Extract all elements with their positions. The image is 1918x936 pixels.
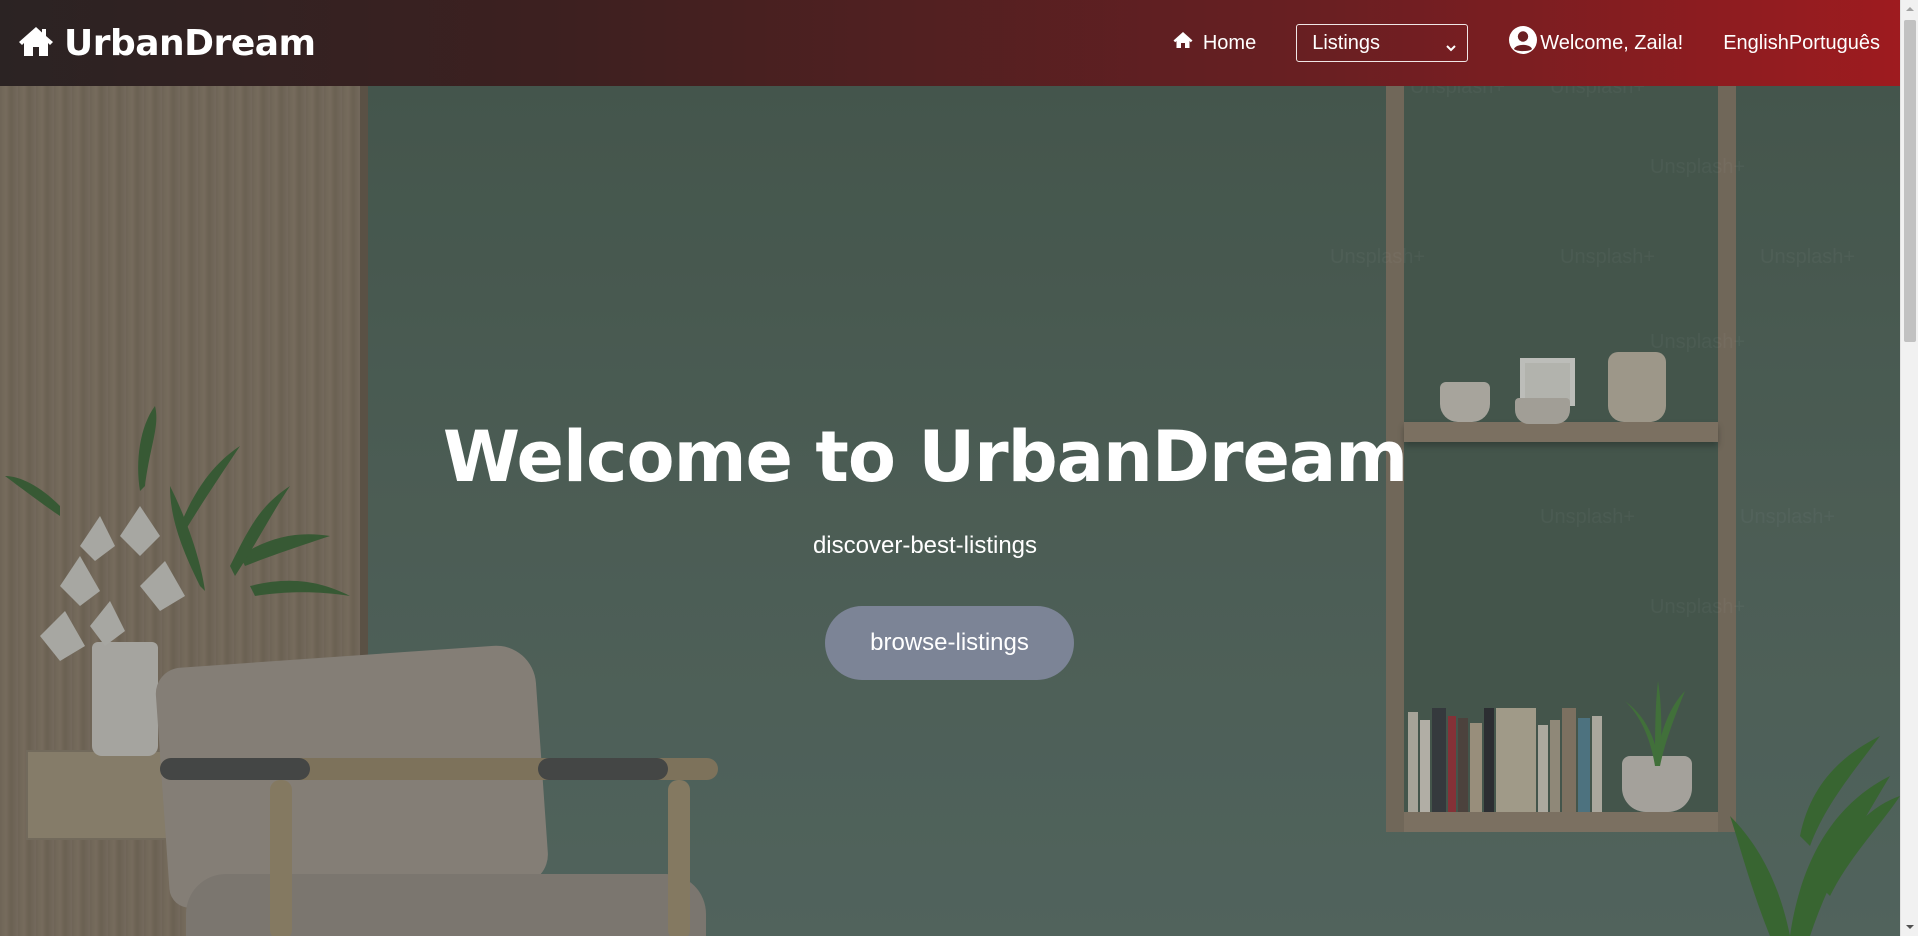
- hero-section: Unsplash+ Unsplash+ Unsplash+ Unsplash+ …: [0, 86, 1900, 936]
- browse-listings-button[interactable]: browse-listings: [825, 606, 1074, 680]
- brand-name: UrbanDream: [64, 22, 316, 64]
- home-link[interactable]: Home: [1173, 31, 1256, 55]
- scroll-up-arrow-icon[interactable]: [1901, 0, 1918, 18]
- house-icon: [1173, 31, 1193, 55]
- user-circle-icon: [1508, 25, 1538, 61]
- brand-link[interactable]: UrbanDream: [18, 0, 316, 86]
- hero-title: Welcome to UrbanDream: [442, 416, 1408, 498]
- scrollbar-thumb[interactable]: [1904, 20, 1916, 342]
- hero-content: Welcome to UrbanDream discover-best-list…: [0, 86, 1900, 936]
- house-icon: [18, 25, 54, 62]
- home-link-label: Home: [1202, 31, 1257, 54]
- scroll-down-arrow-icon[interactable]: [1901, 918, 1918, 936]
- navbar: UrbanDream Home Listings Welcome, Zaila!…: [0, 0, 1900, 86]
- listings-select-value: Listings: [1312, 31, 1381, 54]
- language-option-portuguese[interactable]: Português: [1789, 32, 1880, 55]
- page: UrbanDream Home Listings Welcome, Zaila!…: [0, 0, 1918, 936]
- page-scrollbar[interactable]: [1900, 0, 1918, 936]
- chevron-down-icon: [1445, 37, 1457, 60]
- language-switcher: English Português: [1723, 32, 1880, 55]
- user-greeting: Welcome, Zaila!: [1540, 31, 1684, 54]
- listings-select[interactable]: Listings: [1296, 24, 1469, 62]
- hero-subtitle: discover-best-listings: [812, 532, 1038, 559]
- language-option-english[interactable]: English: [1723, 32, 1789, 55]
- user-menu[interactable]: Welcome, Zaila!: [1508, 25, 1683, 61]
- nav-links: Home Listings Welcome, Zaila! English Po…: [1173, 0, 1880, 86]
